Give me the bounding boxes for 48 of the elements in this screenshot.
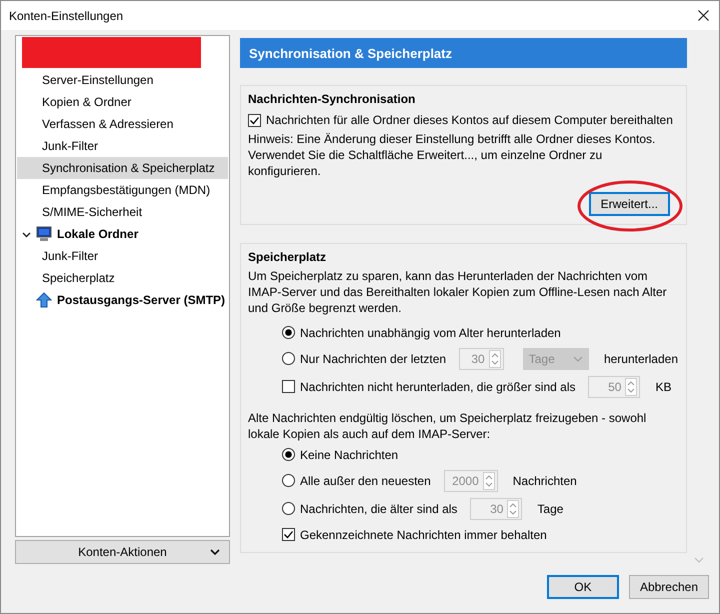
sidebar-item[interactable]: Empfangsbestätigungen (MDN) [17, 179, 228, 201]
checkbox[interactable] [248, 114, 261, 126]
window-title: Konten-Einstellungen [9, 8, 124, 22]
description-text: Alte Nachrichten endgültig löschen, um Speicherplatz freizugeben - sowohl lokale Kopien als auch auf dem IMAP-Server: [248, 410, 648, 442]
account-name[interactable]: Lokale Ordner [57, 227, 138, 241]
sidebar-item[interactable]: Kopien & Ordner [17, 91, 228, 113]
option-label: Alle außer den neuesten [300, 474, 431, 488]
hint-text: Hinweis: Eine Änderung dieser Einstellung betrifft alle Ordner dieses Kontos. Verwendet Sie die Schaltfläche Erweitert..., um einzelne Ordner zu konfigurieren. [248, 131, 656, 179]
sidebar-item[interactable]: S/MIME-Sicherheit [17, 201, 228, 223]
option-label: Gekennzeichnete Nachrichten immer behalten [300, 528, 547, 542]
checkbox[interactable] [282, 528, 295, 541]
radio-button[interactable] [282, 448, 295, 461]
chevron-icon [210, 549, 220, 556]
sidebar-item[interactable]: Verfassen & Adressieren [17, 113, 228, 135]
option-label: Nur Nachrichten der letzten [300, 352, 446, 366]
option-label: Keine Nachrichten [300, 448, 398, 462]
group-heading: Speicherplatz [248, 250, 328, 266]
sidebar-item[interactable]: Junk-Filter [17, 135, 228, 157]
close-icon[interactable] [698, 10, 709, 21]
option-label: Nachrichten, die älter sind als [300, 502, 458, 516]
option-label: Nachrichten unabhängig vom Alter herunterladen [300, 326, 561, 340]
unit-label: Tage [537, 502, 564, 516]
sidebar-item[interactable]: Synchronisation & Speicherplatz [17, 157, 228, 179]
unit-label: Nachrichten [512, 474, 577, 488]
dialog-button[interactable]: Abbrechen [628, 575, 709, 599]
sidebar-item[interactable]: Speicherplatz [17, 267, 228, 289]
chevron-icon[interactable] [22, 230, 31, 238]
unit-label: KB [655, 380, 672, 394]
radio-button[interactable] [282, 352, 295, 365]
radio-button[interactable] [282, 474, 295, 487]
checkbox-label: Nachrichten für alle Ordner dieses Kontos auf diesem Computer bereithalten [266, 113, 673, 127]
option-label: Nachrichten nicht herunterladen, die größer sind als [300, 380, 576, 394]
radio-button[interactable] [282, 326, 295, 339]
account-name[interactable]: Postausgangs-Server (SMTP) [57, 293, 226, 307]
radio-button[interactable] [282, 502, 295, 515]
panel-title: Synchronisation & Speicherplatz [240, 38, 687, 68]
sidebar-item[interactable]: Server-Einstellungen [17, 69, 228, 91]
checkbox[interactable] [282, 380, 295, 393]
description-text: Um Speicherplatz zu sparen, kann das Herunterladen der Nachrichten vom IMAP-Server und das Bereithalten lokaler Kopien zum Offline-Lesen nach Alter und Größe begrenzt werden. [248, 268, 668, 316]
dialog-button[interactable]: OK [546, 575, 619, 599]
unit-label: herunterladen [604, 352, 678, 366]
upload-icon [36, 292, 52, 308]
advanced-button[interactable]: Erweitert... [588, 192, 670, 216]
account-actions-button[interactable]: Konten-Aktionen [15, 540, 230, 564]
caret-icon [572, 356, 583, 362]
sidebar-item[interactable]: Junk-Filter [17, 245, 228, 267]
group-heading: Nachrichten-Synchronisation [248, 92, 416, 108]
monitor-icon [36, 226, 52, 242]
